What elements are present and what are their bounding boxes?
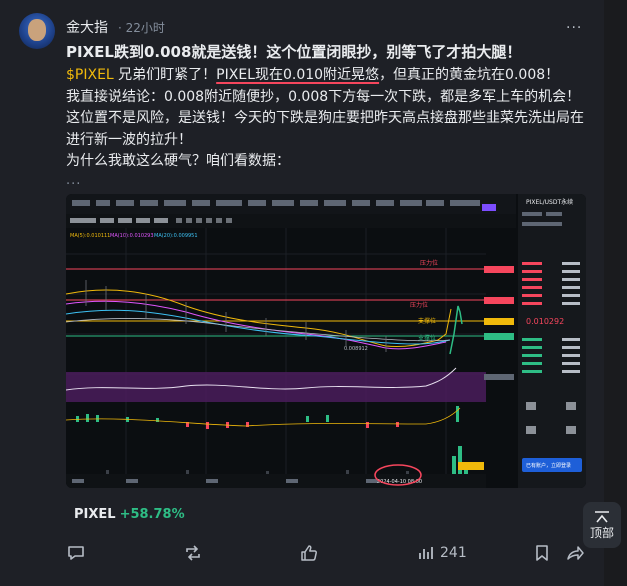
chart-screenshot-image[interactable]: MA(5):0.010111 MA(10):0.010293 MA(20):0.… [66, 194, 586, 488]
views-count: 241 [440, 545, 467, 561]
like-icon[interactable] [299, 538, 319, 568]
body-line-2: 我直接说结论：0.008附近随便抄，0.008下方每一次下跌，都是多军上车的机会… [66, 88, 584, 148]
repost-icon[interactable] [183, 538, 203, 568]
body-text: ，但真正的黄金坑在0.008！ [379, 67, 560, 83]
action-bar: 241 [0, 538, 604, 568]
panel-price: 0.010292 [526, 317, 564, 326]
comment-icon[interactable] [66, 538, 86, 568]
more-options-icon[interactable]: ··· [566, 20, 582, 36]
underlined-text: PIXEL现在0.010附近晃悠 [216, 67, 380, 83]
cashtag-link[interactable]: $PIXEL [66, 67, 114, 83]
body-text: 兄弟们盯紧了！ [113, 67, 217, 83]
post-title: PIXEL跌到0.008就是送钱！这个位置闭眼抄，别等飞了才拍大腿！ [66, 43, 522, 61]
post-card: 金大指 · 22小时 ··· PIXEL跌到0.008就是送钱！这个位置闭眼抄，… [0, 0, 604, 586]
views-button[interactable]: 241 [416, 538, 467, 568]
author-avatar[interactable] [19, 13, 55, 49]
chart-screenshot-drawing: MA(5):0.010111 MA(10):0.010293 MA(20):0.… [66, 194, 586, 488]
level-label: 压力位 [420, 259, 438, 267]
coin-change: +58.78% [119, 507, 185, 522]
scrollbar[interactable] [611, 0, 621, 586]
pair-title: PIXEL/USDT永续 [526, 198, 573, 206]
chevron-up-icon [595, 510, 609, 523]
level-label: 压力位 [410, 301, 428, 309]
author-name[interactable]: 金大指 [66, 17, 108, 37]
back-to-top-label: 顶部 [589, 525, 614, 540]
back-to-top-button[interactable]: 顶部 [583, 502, 621, 548]
panel-login-label: 已有账户，立即登录 [526, 462, 571, 469]
coin-symbol[interactable]: PIXEL [74, 507, 116, 522]
views-icon [419, 547, 433, 559]
body-line-3: 为什么我敢这么硬气？咱们看数据： [66, 153, 290, 169]
chart-price-annotation: 0.008912 [344, 346, 368, 352]
level-label: 支撑位 [418, 317, 436, 325]
ma10-label: MA(10):0.010293 [110, 233, 154, 239]
read-more[interactable]: ... [66, 173, 81, 188]
coin-tag[interactable]: PIXEL +58.78% [74, 507, 185, 522]
ma5-label: MA(5):0.010111 [70, 233, 110, 239]
body-line-1: $PIXEL 兄弟们盯紧了！PIXEL现在0.010附近晃悠，但真正的黄金坑在0… [66, 65, 586, 87]
share-icon[interactable] [565, 538, 585, 568]
bookmark-icon[interactable] [532, 538, 552, 568]
post-body: $PIXEL 兄弟们盯紧了！PIXEL现在0.010附近晃悠，但真正的黄金坑在0… [66, 65, 586, 173]
post-time: · 22小时 [118, 21, 165, 35]
ma20-label: MA(20):0.009951 [154, 233, 198, 239]
